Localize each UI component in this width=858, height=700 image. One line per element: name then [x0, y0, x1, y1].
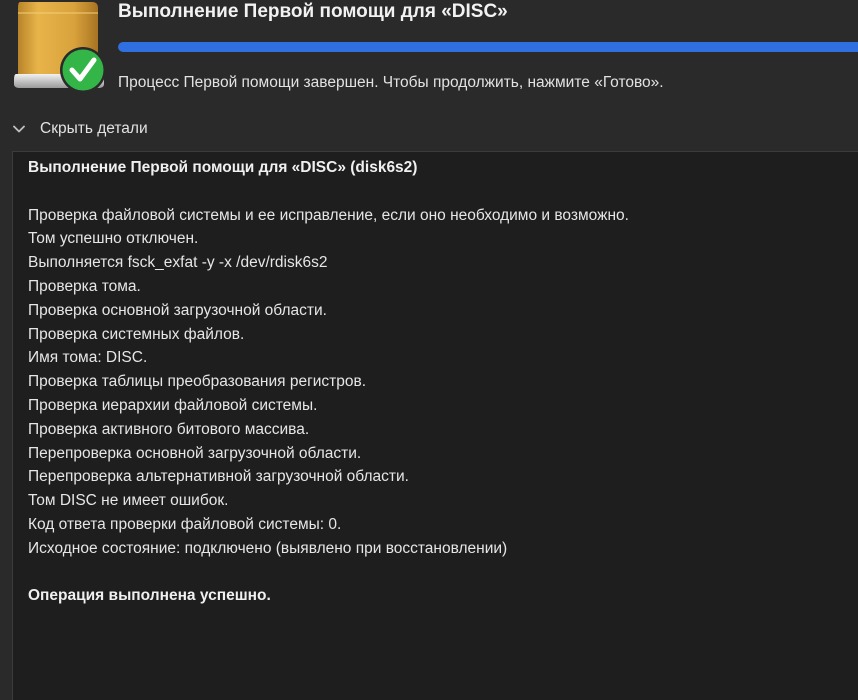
log-line: Код ответа проверки файловой системы: 0.: [28, 515, 342, 533]
progress-fill: [118, 42, 858, 52]
header: Выполнение Первой помощи для «DISC» Проц…: [0, 0, 858, 112]
progress-bar: [118, 42, 858, 52]
log-line: Проверка основной загрузочной области.: [28, 301, 327, 319]
external-drive-icon: [14, 2, 106, 93]
log-panel[interactable]: Выполнение Первой помощи для «DISC» (dis…: [12, 151, 858, 700]
log-line: Перепроверка альтернативной загрузочной …: [28, 468, 409, 486]
log-line: Том DISC не имеет ошибок.: [28, 492, 229, 510]
checkmark-badge-icon: [60, 47, 106, 93]
first-aid-window: Выполнение Первой помощи для «DISC» Проц…: [0, 0, 858, 700]
log-line: Выполнение Первой помощи для «DISC» (dis…: [28, 159, 418, 176]
log-line: Проверка таблицы преобразования регистро…: [28, 373, 367, 391]
log-line: Имя тома: DISC.: [28, 349, 148, 367]
hide-details-label: Скрыть детали: [40, 120, 148, 137]
log-line: Проверка иерархии файловой системы.: [28, 396, 318, 414]
log-blank-line: [28, 561, 858, 585]
log-line: Том успешно отключен.: [28, 230, 199, 248]
log-line: Операция выполнена успешно.: [28, 587, 271, 605]
log-line: Выполняется fsck_exfat -y -x /dev/rdisk6…: [28, 254, 328, 272]
hide-details-button[interactable]: Скрыть детали: [10, 118, 148, 140]
log-line: Проверка активного битового массива.: [28, 420, 310, 438]
log-line: Проверка файловой системы и ее исправлен…: [28, 206, 629, 224]
log-line: Исходное состояние: подключено (выявлено…: [28, 539, 508, 557]
log-blank-line: [28, 180, 858, 204]
page-title: Выполнение Первой помощи для «DISC»: [118, 1, 508, 22]
chevron-down-icon: [13, 125, 25, 133]
log-line: Перепроверка основной загрузочной област…: [28, 444, 362, 462]
status-message: Процесс Первой помощи завершен. Чтобы пр…: [118, 74, 664, 91]
log-line: Проверка системных файлов.: [28, 325, 245, 343]
log-line: Проверка тома.: [28, 277, 141, 295]
